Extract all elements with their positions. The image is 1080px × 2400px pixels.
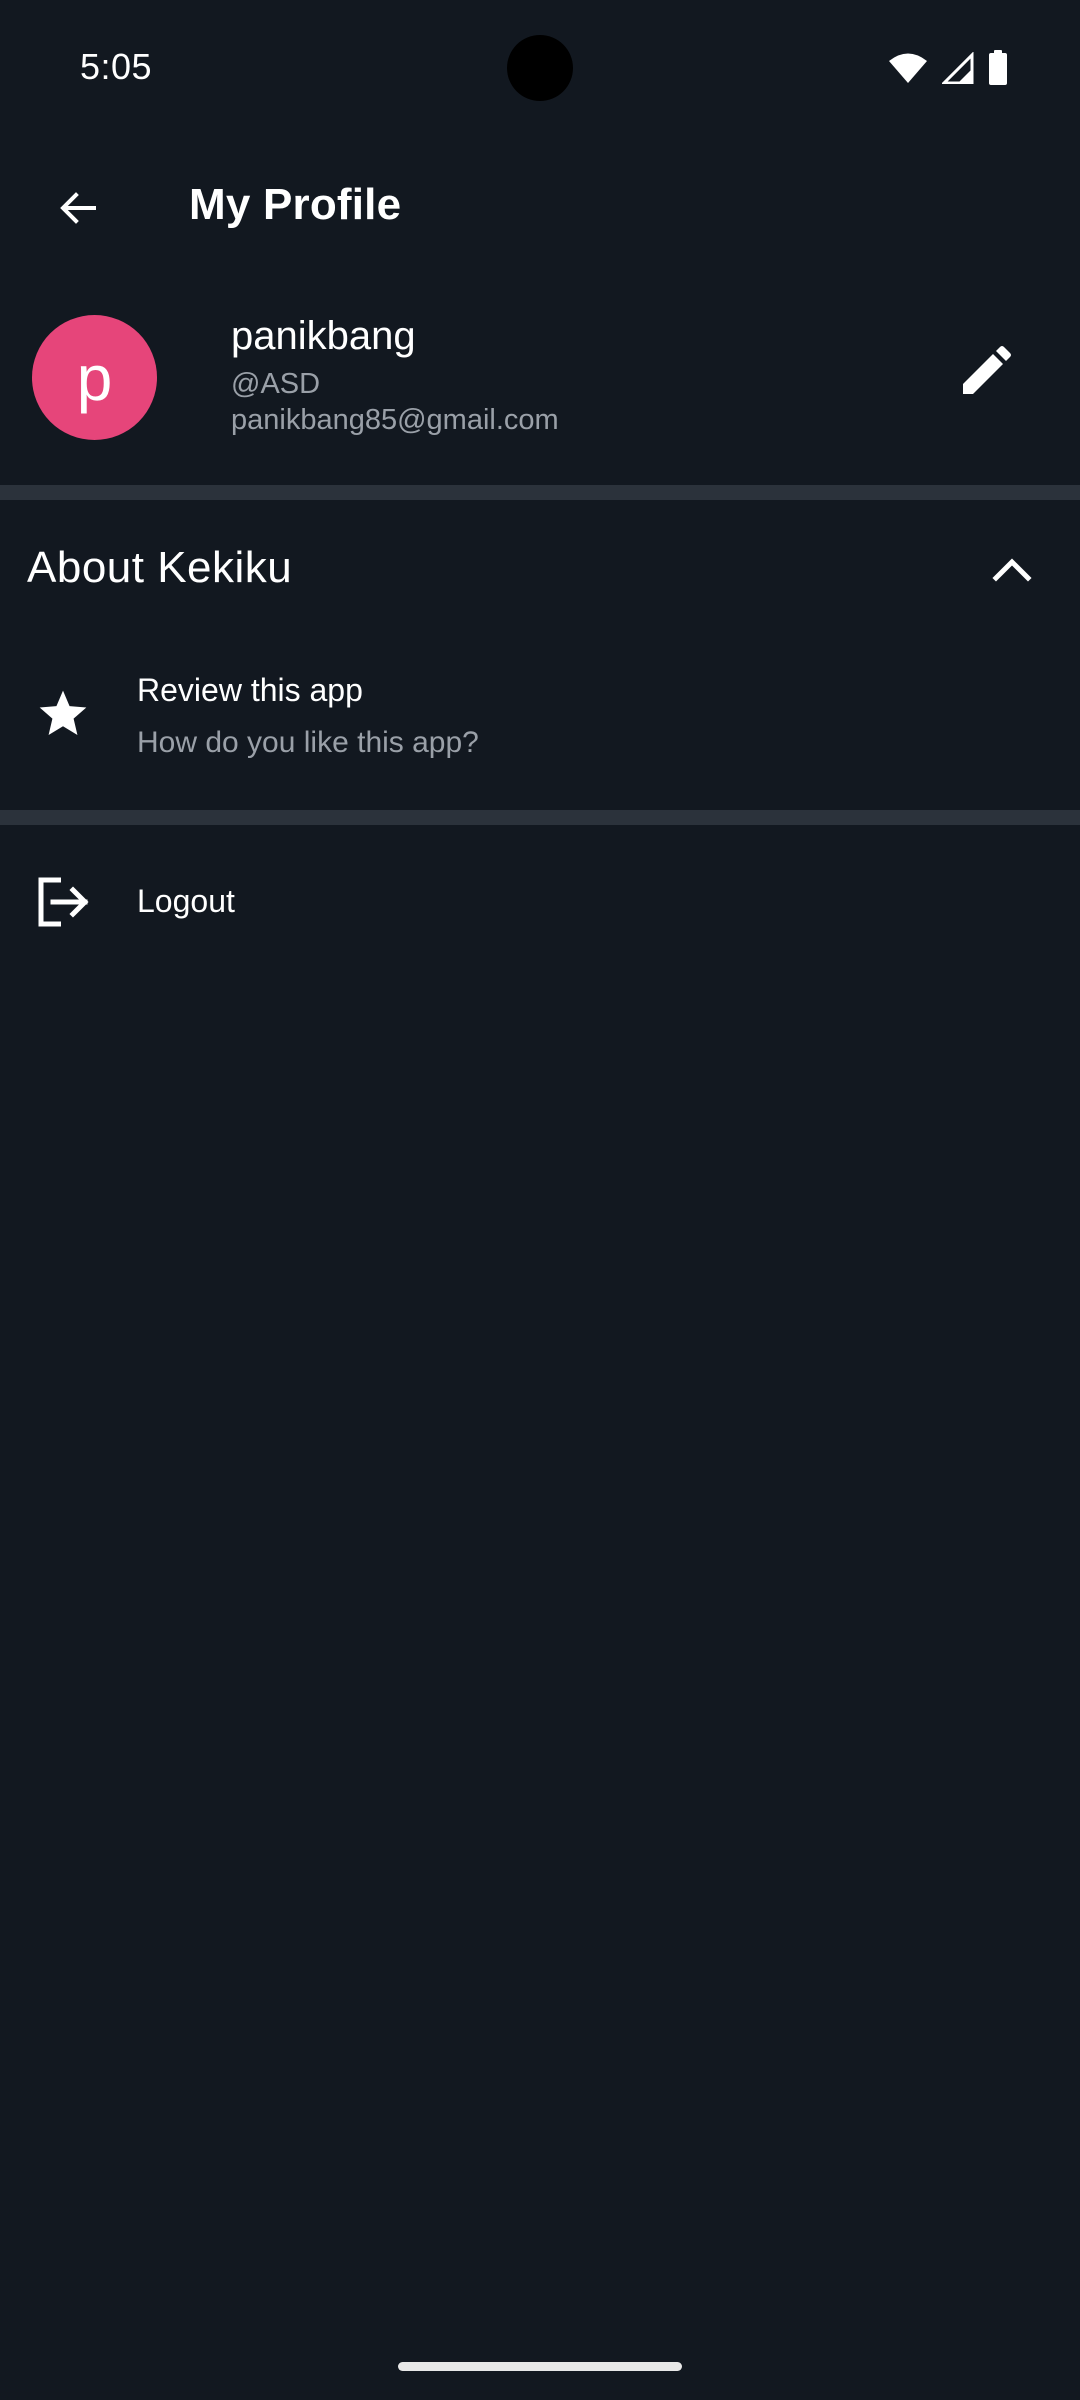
battery-icon bbox=[988, 50, 1008, 86]
status-time: 5:05 bbox=[80, 46, 153, 87]
status-bar: 5:05 bbox=[0, 0, 1080, 136]
logout-item[interactable]: Logout bbox=[0, 845, 1080, 960]
review-app-item[interactable]: Review this app How do you like this app… bbox=[0, 645, 1080, 795]
arrow-back-icon bbox=[58, 188, 98, 233]
logout-label: Logout bbox=[137, 883, 235, 919]
camera-cutout bbox=[507, 35, 573, 101]
edit-profile-button[interactable] bbox=[945, 334, 1025, 414]
profile-name: panikbang bbox=[231, 314, 416, 358]
back-button[interactable] bbox=[40, 172, 116, 248]
section-title: About Kekiku bbox=[27, 543, 293, 592]
logout-icon bbox=[30, 869, 96, 935]
home-indicator[interactable] bbox=[398, 2362, 682, 2371]
review-app-title: Review this app bbox=[137, 672, 363, 708]
chevron-up-icon bbox=[992, 556, 1032, 587]
app-bar: My Profile bbox=[0, 150, 1080, 270]
cell-signal-icon bbox=[942, 52, 974, 84]
avatar: p bbox=[32, 315, 157, 440]
section-divider bbox=[0, 810, 1080, 825]
section-divider bbox=[0, 485, 1080, 500]
pencil-icon bbox=[959, 345, 1011, 403]
star-icon bbox=[30, 681, 96, 747]
about-section-header[interactable]: About Kekiku bbox=[0, 510, 1080, 630]
page-title: My Profile bbox=[189, 180, 402, 229]
review-app-subtitle: How do you like this app? bbox=[137, 726, 479, 759]
avatar-letter: p bbox=[76, 341, 113, 414]
wifi-icon bbox=[888, 52, 928, 84]
profile-handle: @ASD bbox=[231, 368, 321, 400]
profile-card: p panikbang @ASD panikbang85@gmail.com bbox=[0, 290, 1080, 480]
status-icons bbox=[888, 50, 1008, 86]
profile-email: panikbang85@gmail.com bbox=[231, 404, 559, 436]
collapse-toggle[interactable] bbox=[982, 541, 1042, 601]
